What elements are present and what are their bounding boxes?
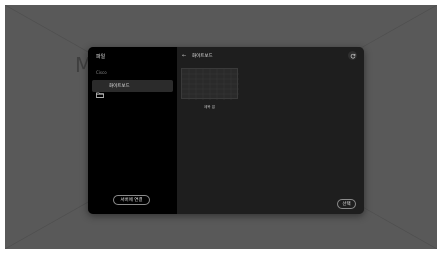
- refresh-button[interactable]: [348, 51, 357, 60]
- file-picker-dialog: 파일 Cisco 화이트보드 서버에 연결 ← 화이트보드 제목 없 선택: [88, 47, 364, 214]
- sidebar: 파일 Cisco 화이트보드 서버에 연결: [88, 47, 177, 214]
- file-thumbnail[interactable]: [181, 68, 239, 100]
- refresh-icon: [350, 53, 355, 58]
- sidebar-title: 파일: [96, 54, 106, 60]
- folder-icon: [96, 83, 104, 102]
- back-arrow-icon[interactable]: ←: [182, 53, 186, 59]
- connect-to-server-button[interactable]: 서버에 연결: [113, 195, 150, 205]
- select-button[interactable]: 선택: [337, 199, 356, 209]
- folder-title: 화이트보드: [192, 54, 213, 59]
- whiteboard-thumbnail-grid: [182, 69, 239, 100]
- sidebar-item-whiteboard[interactable]: 화이트보드: [92, 80, 173, 98]
- sidebar-item-label: 화이트보드: [109, 84, 130, 89]
- sidebar-section-label: Cisco: [96, 70, 107, 75]
- file-name: 제목 없: [203, 105, 216, 109]
- file-browser-pane: ← 화이트보드 제목 없 선택: [177, 47, 364, 214]
